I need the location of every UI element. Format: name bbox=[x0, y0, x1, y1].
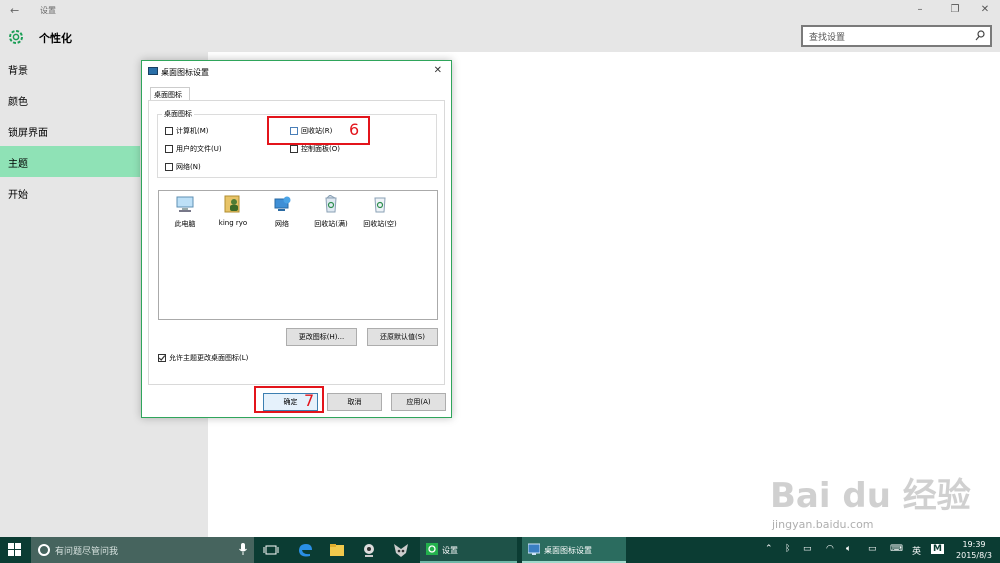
sidebar-item-label: 锁屏界面 bbox=[8, 128, 48, 139]
sidebar-item-themes[interactable]: 主题 bbox=[0, 146, 140, 177]
apply-button[interactable]: 应用(A) bbox=[391, 393, 446, 411]
icon-label: 回收站(满) bbox=[314, 220, 348, 228]
checkbox-box[interactable] bbox=[165, 163, 173, 171]
annotation-number: 7 bbox=[304, 391, 315, 410]
volume-icon[interactable]: 🔈︎ bbox=[846, 544, 851, 554]
minimize-icon[interactable]: – bbox=[913, 4, 927, 15]
gear-icon bbox=[9, 30, 23, 44]
list-item[interactable]: 网络 bbox=[258, 195, 306, 229]
taskbar-item-settings[interactable]: 设置 bbox=[420, 537, 517, 563]
group-label: 桌面图标 bbox=[162, 109, 194, 119]
cortana-search-box[interactable]: 有问题尽管问我 bbox=[31, 537, 254, 563]
search-icon[interactable] bbox=[975, 30, 985, 42]
computer-icon bbox=[176, 196, 194, 212]
settings-title-bar: ← 设置 – ❐ ✕ bbox=[0, 0, 1000, 22]
alien-app-icon[interactable] bbox=[392, 541, 410, 559]
checkbox-box[interactable] bbox=[158, 354, 166, 362]
sidebar-item-lock-screen[interactable]: 锁屏界面 bbox=[0, 115, 140, 146]
settings-gear-icon bbox=[426, 543, 438, 555]
cancel-button[interactable]: 取消 bbox=[327, 393, 382, 411]
back-arrow-icon[interactable]: ← bbox=[10, 4, 19, 17]
sidebar-item-label: 背景 bbox=[8, 66, 28, 77]
taskbar-item-label: 设置 bbox=[442, 546, 458, 555]
control-panel-checkbox[interactable]: 控制面板(O) bbox=[290, 144, 410, 156]
tab-desktop-icons[interactable]: 桌面图标 bbox=[150, 87, 190, 101]
ime-mode[interactable]: M bbox=[931, 544, 944, 554]
checkbox-box[interactable] bbox=[290, 145, 298, 153]
windows-start-icon[interactable] bbox=[8, 543, 22, 557]
search-placeholder: 查找设置 bbox=[809, 33, 846, 43]
user-folder-icon bbox=[224, 195, 240, 213]
taskbar-item-label: 桌面图标设置 bbox=[544, 546, 592, 555]
checkbox-label: 网络(N) bbox=[176, 163, 201, 171]
microphone-icon[interactable] bbox=[239, 543, 247, 556]
list-item[interactable]: king ryo bbox=[209, 195, 257, 227]
clock-date: 2015/8/3 bbox=[956, 551, 992, 560]
sidebar-item-label: 开始 bbox=[8, 190, 28, 201]
notification-icon[interactable]: ▭ bbox=[868, 544, 877, 554]
dialog-title: 桌面图标设置 bbox=[161, 68, 209, 77]
maximize-icon[interactable]: ❐ bbox=[948, 4, 962, 15]
checkbox-label: 控制面板(O) bbox=[301, 145, 340, 153]
list-item[interactable]: 回收站(空) bbox=[356, 195, 404, 229]
checkbox-label: 计算机(M) bbox=[176, 127, 209, 135]
wifi-icon[interactable]: ◠ bbox=[826, 544, 834, 554]
desktop-settings-icon bbox=[528, 543, 540, 555]
restore-default-button[interactable]: 还原默认值(S) bbox=[367, 328, 438, 346]
recycle-bin-full-icon bbox=[325, 194, 337, 213]
annotation-step-6: 6 bbox=[267, 116, 370, 145]
chevron-up-icon[interactable]: ⌃ bbox=[765, 544, 773, 554]
icon-list: 此电脑 king ryo 网络 回收站(满) 回收站(空) bbox=[158, 190, 438, 320]
sidebar-item-colors[interactable]: 颜色 bbox=[0, 84, 140, 115]
allow-themes-checkbox[interactable]: 允许主题更改桌面图标(L) bbox=[158, 353, 278, 365]
window-title: 设置 bbox=[40, 6, 56, 15]
checkbox-box[interactable] bbox=[165, 127, 173, 135]
sidebar-item-start[interactable]: 开始 bbox=[0, 177, 140, 208]
taskbar-item-desktop-icon-settings[interactable]: 桌面图标设置 bbox=[522, 537, 626, 563]
dialog-title-bar: 桌面图标设置 ✕ bbox=[142, 61, 451, 83]
cortana-placeholder: 有问题尽管问我 bbox=[55, 547, 119, 557]
network-icon bbox=[274, 196, 291, 211]
user-files-checkbox[interactable]: 用户的文件(U) bbox=[165, 144, 285, 156]
cortana-icon bbox=[38, 544, 50, 556]
watermark-logo: Bai du 经验 bbox=[770, 476, 971, 516]
bluetooth-icon[interactable]: ᛒ bbox=[785, 544, 790, 554]
annotation-number: 6 bbox=[349, 120, 360, 139]
clock-time: 19:39 bbox=[962, 540, 986, 549]
search-input[interactable]: 查找设置 bbox=[801, 25, 992, 47]
checkbox-box[interactable] bbox=[165, 145, 173, 153]
sidebar-item-label: 主题 bbox=[8, 159, 28, 170]
sidebar-item-label: 颜色 bbox=[8, 97, 28, 108]
close-icon[interactable]: ✕ bbox=[978, 4, 992, 15]
icon-label: 网络 bbox=[275, 220, 289, 228]
taskbar: 有问题尽管问我 设置 桌面图标设置 ⌃ ᛒ ▭ ◠ 🔈︎ ▭ ⌨ 英 M 19:… bbox=[0, 537, 1000, 563]
edge-browser-icon[interactable] bbox=[296, 541, 314, 559]
battery-icon[interactable]: ▭ bbox=[803, 544, 812, 554]
desktop-settings-app-icon bbox=[148, 67, 158, 75]
annotation-step-7: 7 bbox=[254, 386, 324, 413]
icon-label: king ryo bbox=[218, 219, 248, 227]
checkbox-label: 允许主题更改桌面图标(L) bbox=[169, 354, 249, 362]
checkbox-label: 用户的文件(U) bbox=[176, 145, 222, 153]
sidebar-item-background[interactable]: 背景 bbox=[0, 53, 140, 84]
watermark: Bai du 经验 jingyan.baidu.com bbox=[770, 468, 980, 538]
system-clock[interactable]: 19:39 2015/8/3 bbox=[952, 539, 996, 561]
page-title: 个性化 bbox=[39, 32, 72, 45]
watermark-url: jingyan.baidu.com bbox=[772, 518, 874, 531]
dialog-close-icon[interactable]: ✕ bbox=[434, 65, 442, 76]
task-view-icon[interactable] bbox=[262, 541, 280, 559]
check-icon bbox=[158, 355, 166, 361]
list-item[interactable]: 此电脑 bbox=[161, 195, 209, 229]
desktop-icon-settings-dialog: 桌面图标设置 ✕ 桌面图标 桌面图标 计算机(M) 回收站(R) 用户的文件(U… bbox=[141, 60, 452, 418]
network-checkbox[interactable]: 网络(N) bbox=[165, 162, 285, 174]
icon-label: 此电脑 bbox=[174, 220, 196, 228]
icon-label: 回收站(空) bbox=[363, 220, 397, 228]
list-item[interactable]: 回收站(满) bbox=[307, 194, 355, 229]
webcam-app-icon[interactable] bbox=[360, 541, 378, 559]
file-explorer-icon[interactable] bbox=[328, 541, 346, 559]
keyboard-icon[interactable]: ⌨ bbox=[890, 544, 903, 554]
change-icon-button[interactable]: 更改图标(H)... bbox=[286, 328, 357, 346]
ime-language[interactable]: 英 bbox=[912, 544, 921, 557]
recycle-bin-empty-icon bbox=[374, 197, 386, 213]
